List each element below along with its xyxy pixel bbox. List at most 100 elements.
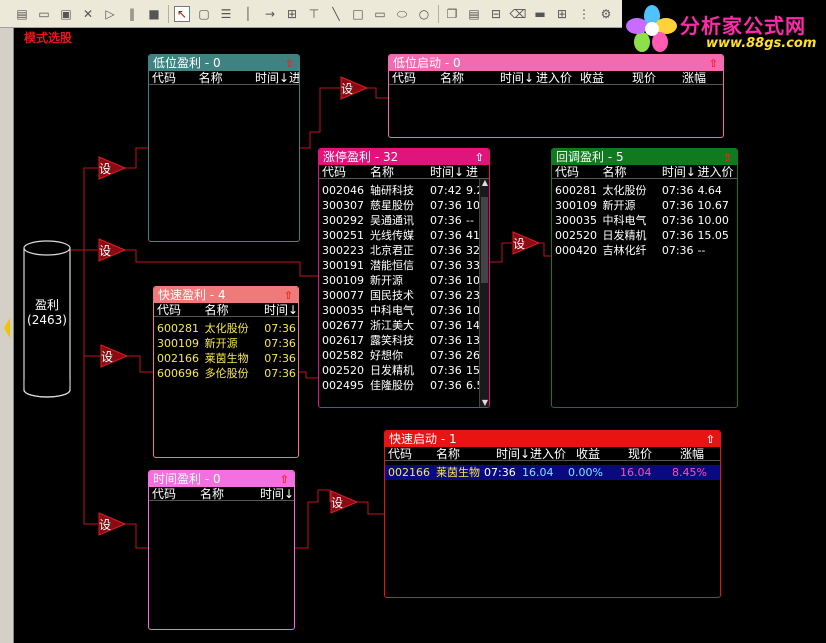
table-row[interactable]: 300191 潜能恒信 07:36 33 [319,258,489,273]
col-entry[interactable]: 进 [289,71,299,85]
arrow-icon[interactable]: → [262,6,278,22]
table-row[interactable]: 002166 莱茵生物 07:36 [154,351,298,366]
align-icon[interactable]: ⋮ [576,6,592,22]
panel-header[interactable]: 低位盈利 - 0 ⇧ [149,55,299,71]
col-time[interactable]: 时间↓ [264,303,298,317]
pointer-icon[interactable]: ↖ [174,5,190,22]
table-row[interactable]: 002495 佳隆股份 07:36 6.5 [319,378,489,393]
table-row[interactable]: 300109 新开源 07:36 [154,336,298,351]
col-entry-price[interactable]: 进入价 [530,447,576,461]
table-row[interactable]: 600696 多伦股份 07:36 [154,366,298,381]
col-name[interactable]: 名称 [370,165,430,179]
paste-icon[interactable]: ▤ [466,6,482,22]
col-code[interactable]: 代码 [392,71,440,85]
col-code[interactable]: 代码 [555,165,602,179]
collapse-arrow-icon[interactable]: ⇧ [280,472,289,488]
panel-low-profit[interactable]: 低位盈利 - 0 ⇧ 代码 名称 时间↓ 进 [148,54,300,242]
splitter-handle[interactable] [0,28,14,643]
ellipse-icon[interactable]: ⬭ [394,6,410,22]
table-row[interactable]: 002617 露笑科技 07:36 13 [319,333,489,348]
col-entry-price[interactable]: 进入价 [536,71,580,85]
save-icon[interactable]: ▣ [58,6,74,22]
panel-header[interactable]: 回调盈利 - 5 ⇧ [552,149,737,165]
list-icon[interactable]: ☰ [218,6,234,22]
tools-icon[interactable]: ⚙ [598,6,614,22]
col-code[interactable]: 代码 [388,447,436,461]
col-current-price[interactable]: 现价 [628,447,680,461]
col-code[interactable]: 代码 [157,303,205,317]
col-time[interactable]: 时间↓ [260,487,294,501]
table-row[interactable]: 002046 轴研科技 07:42 9.2 [319,183,489,198]
col-entry[interactable]: 进 [466,165,480,179]
col-entry-price[interactable]: 进入价 [697,165,737,179]
collapse-arrow-icon[interactable]: ⇧ [709,56,718,72]
table-row[interactable]: 300223 北京君正 07:36 32 [319,243,489,258]
grid-icon[interactable]: ⊞ [554,6,570,22]
col-change[interactable]: 涨幅 [680,447,716,461]
delete-icon[interactable]: ⊟ [488,6,504,22]
vertical-scrollbar[interactable]: ▲ ▼ [479,179,489,407]
table-row[interactable]: 300109 新开源 07:36 10 [319,273,489,288]
panel-limit-up[interactable]: 涨停盈利 - 32 ⇧ 代码 名称 时间↓ 进 002046 轴研科技 07:42 9… [318,148,490,408]
play-icon[interactable]: ▷ [102,6,118,22]
col-name[interactable]: 名称 [602,165,661,179]
table-row[interactable]: 002520 日发精机 07:36 15 [319,363,489,378]
col-name[interactable]: 名称 [199,71,255,85]
set-button-limit-up[interactable]: 设 [98,238,127,262]
col-name[interactable]: 名称 [200,487,260,501]
open-folder-icon[interactable]: ▭ [36,6,52,22]
table-row[interactable]: 300292 吴通通讯 07:36 -- [319,213,489,228]
panel-low-start[interactable]: 低位启动 - 0 ⇧ 代码 名称 时间↓ 进入价 收益 现价 涨幅 [388,54,724,138]
table-row[interactable]: 300109 新开源 07:36 10.67 [552,198,737,213]
col-change[interactable]: 涨幅 [682,71,718,85]
scroll-up-icon[interactable]: ▲ [481,179,489,187]
col-name[interactable]: 名称 [436,447,496,461]
table-row[interactable]: 600281 太化股份 07:36 4.64 [552,183,737,198]
group-icon[interactable]: ⊞ [284,6,300,22]
table-row[interactable]: 002582 好想你 07:36 26 [319,348,489,363]
scroll-down-icon[interactable]: ▼ [481,399,489,407]
pause-icon[interactable]: ‖ [124,6,140,22]
set-button-time-profit[interactable]: 设 [98,512,127,536]
col-code[interactable]: 代码 [322,165,370,179]
table-row[interactable]: 300035 中科电气 07:36 10 [319,303,489,318]
rect-icon[interactable]: □ [350,6,366,22]
close-icon[interactable]: ✕ [80,6,96,22]
set-button-fast-start[interactable]: 设 [330,490,359,514]
col-name[interactable]: 名称 [205,303,264,317]
set-button-fast-profit[interactable]: 设 [100,344,129,368]
col-current-price[interactable]: 现价 [632,71,682,85]
col-time[interactable]: 时间↓ [430,165,466,179]
circle-icon[interactable]: ○ [416,6,432,22]
vertical-line-icon[interactable]: │ [240,6,256,22]
set-button-pullback[interactable]: 设 [512,231,541,255]
col-time[interactable]: 时间↓ [662,165,698,179]
collapse-arrow-icon[interactable]: ⇧ [706,432,715,448]
copy-icon[interactable]: ❐ [444,6,460,22]
collapse-arrow-icon[interactable]: ⇧ [285,56,294,72]
panel-header[interactable]: 时间盈利 - 0 ⇧ [149,471,294,487]
panel-header[interactable]: 快速盈利 - 4 ⇧ [154,287,298,303]
new-doc-icon[interactable]: ▤ [14,6,30,22]
table-row[interactable]: 002520 日发精机 07:36 15.05 [552,228,737,243]
set-button-low-profit[interactable]: 设 [98,156,127,180]
filter-icon[interactable]: ⊤ [306,6,322,22]
panel-fast-start[interactable]: 快速启动 - 1 ⇧ 代码 名称 时间↓ 进入价 收益 现价 涨幅 002166… [384,430,721,598]
collapse-arrow-icon[interactable]: ⇧ [723,150,732,166]
panel-header[interactable]: 快速启动 - 1 ⇧ [385,431,720,447]
scroll-thumb[interactable] [481,197,488,283]
panel-header[interactable]: 涨停盈利 - 32 ⇧ [319,149,489,165]
table-row[interactable]: 300035 中科电气 07:36 10.00 [552,213,737,228]
table-row[interactable]: 300077 国民技术 07:36 23 [319,288,489,303]
col-return[interactable]: 收益 [580,71,632,85]
table-row[interactable]: 600281 太化股份 07:36 [154,321,298,336]
panel-fast-profit[interactable]: 快速盈利 - 4 ⇧ 代码 名称 时间↓ 600281 太化股份 07:36 3001… [153,286,299,458]
col-name[interactable]: 名称 [440,71,500,85]
panel-pullback[interactable]: 回调盈利 - 5 ⇧ 代码 名称 时间↓ 进入价 600281 太化股份 07:36… [551,148,738,408]
rect2-icon[interactable]: ▭ [372,6,388,22]
col-code[interactable]: 代码 [152,71,199,85]
col-code[interactable]: 代码 [152,487,200,501]
panel-time-profit[interactable]: 时间盈利 - 0 ⇧ 代码 名称 时间↓ [148,470,295,630]
table-row[interactable]: 300307 慈星股份 07:36 10 [319,198,489,213]
table-row[interactable]: 002166 莱茵生物 07:36 16.04 0.00% 16.04 8.45% [385,465,720,480]
